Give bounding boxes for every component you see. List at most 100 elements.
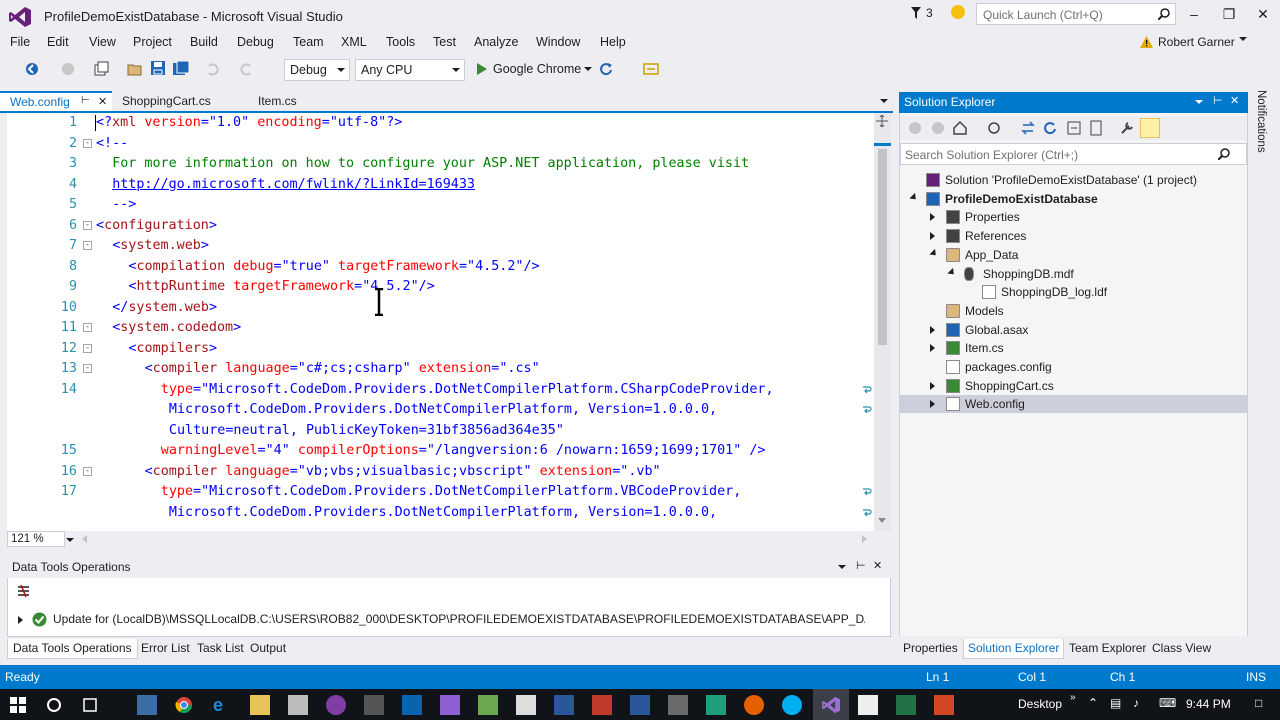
code-line[interactable]: 17 type="Microsoft.CodeDom.Providers.DotN… xyxy=(7,482,874,502)
tab-properties[interactable]: Properties xyxy=(899,639,962,659)
platform-combo[interactable]: Any CPU xyxy=(355,59,465,81)
redo-icon[interactable] xyxy=(240,62,254,76)
code-token[interactable]: http://go.microsoft.com/fwlink/?LinkId=1… xyxy=(112,177,475,192)
audio-app-icon[interactable] xyxy=(668,695,688,715)
minimize-button[interactable]: – xyxy=(1177,2,1211,26)
collapsed-arrow-icon[interactable] xyxy=(930,344,935,353)
collapse-region-icon[interactable]: - xyxy=(83,323,92,332)
collapse-region-icon[interactable]: - xyxy=(83,466,92,476)
tree-item-label[interactable]: Web.config xyxy=(965,395,1025,413)
collapse-region-icon[interactable]: - xyxy=(83,343,92,353)
new-project-icon[interactable] xyxy=(93,61,109,77)
menu-analyze[interactable]: Analyze xyxy=(474,35,518,49)
tree-item-label[interactable]: ProfileDemoExistDatabase xyxy=(945,190,1098,208)
volume-icon[interactable]: ♪ xyxy=(1133,696,1139,710)
solution-tree[interactable]: Solution 'ProfileDemoExistDatabase' (1 p… xyxy=(900,170,1247,636)
run-target-label[interactable]: Google Chrome xyxy=(493,62,581,76)
code-line[interactable]: 6- <configuration> xyxy=(7,216,874,236)
scroll-down-icon[interactable] xyxy=(878,518,886,523)
expanded-arrow-icon[interactable] xyxy=(929,248,939,258)
task-view-icon[interactable] xyxy=(81,697,99,713)
code-line[interactable]: 15 warningLevel="4" compilerOptions="/lan… xyxy=(7,441,874,461)
code-line[interactable]: 1 <?xml version="1.0" encoding="utf-8"?> xyxy=(7,113,874,133)
powerpoint-icon[interactable] xyxy=(934,695,954,715)
menu-view[interactable]: View xyxy=(89,35,116,49)
collapse-region-icon[interactable]: - xyxy=(83,220,92,230)
quick-launch-input[interactable]: Quick Launch (Ctrl+Q) xyxy=(976,3,1176,25)
user-dropdown-icon[interactable] xyxy=(1239,37,1247,41)
menu-project[interactable]: Project xyxy=(133,35,172,49)
code-line[interactable]: 14 type="Microsoft.CodeDom.Providers.DotN… xyxy=(7,380,874,400)
project-app-icon[interactable] xyxy=(478,695,498,715)
navigate-back-icon[interactable] xyxy=(25,62,39,76)
collapse-all-icon[interactable] xyxy=(1066,120,1082,136)
tree-item-label[interactable]: App_Data xyxy=(965,246,1018,264)
tree-item-label[interactable]: ShoppingCart.cs xyxy=(965,377,1054,395)
close-panel-icon[interactable]: ✕ xyxy=(873,559,882,572)
code-line[interactable]: 12- <compilers> xyxy=(7,339,874,359)
refresh-icon[interactable] xyxy=(1042,120,1058,136)
panel-menu-dropdown-icon[interactable] xyxy=(1195,100,1203,104)
tree-item-label[interactable]: Properties xyxy=(965,208,1020,226)
tree-item-label[interactable]: Item.cs xyxy=(965,339,1004,357)
warning-icon[interactable] xyxy=(1140,36,1153,48)
save-icon[interactable] xyxy=(151,61,165,75)
sync-with-active-document-icon[interactable] xyxy=(1020,120,1036,136)
home-icon[interactable] xyxy=(952,120,968,136)
store-icon[interactable] xyxy=(288,695,308,715)
tree-item-label[interactable]: Solution 'ProfileDemoExistDatabase' (1 p… xyxy=(945,171,1197,189)
tab-team-explorer[interactable]: Team Explorer xyxy=(1065,639,1150,659)
show-all-files-icon[interactable] xyxy=(1088,120,1104,136)
menu-xml[interactable]: XML xyxy=(341,35,367,49)
expanded-arrow-icon[interactable] xyxy=(909,192,919,202)
clear-list-icon[interactable] xyxy=(17,585,30,598)
back-icon[interactable] xyxy=(908,121,922,135)
code-line[interactable]: Microsoft.CodeDom.Providers.DotNetCompil… xyxy=(7,503,874,523)
photos-app-icon[interactable] xyxy=(706,695,726,715)
visio-icon[interactable] xyxy=(554,695,574,715)
tree-item-label[interactable]: ShoppingDB_log.ldf xyxy=(1001,283,1107,301)
editor-vertical-scrollbar[interactable] xyxy=(874,113,891,531)
file-explorer-icon[interactable] xyxy=(250,695,270,715)
code-line[interactable]: Culture=neutral, PublicKeyToken=31bf3856… xyxy=(7,421,874,441)
tree-item-label[interactable]: References xyxy=(965,227,1026,245)
properties-wrench-icon[interactable] xyxy=(1119,120,1135,136)
menu-tools[interactable]: Tools xyxy=(386,35,415,49)
zoom-dropdown-icon[interactable] xyxy=(66,538,74,542)
toolbar-overflow-icon[interactable]: » xyxy=(1070,692,1076,703)
tree-item-label[interactable]: ShoppingDB.mdf xyxy=(983,265,1074,283)
edge-icon[interactable]: e xyxy=(213,695,233,715)
editor-horizontal-scrollbar[interactable] xyxy=(7,531,891,548)
expanded-arrow-icon[interactable] xyxy=(947,267,957,277)
tree-item-label[interactable]: Global.asax xyxy=(965,321,1028,339)
tab-class-view[interactable]: Class View xyxy=(1148,639,1215,659)
open-file-icon[interactable] xyxy=(127,61,143,77)
tab-solution-explorer[interactable]: Solution Explorer xyxy=(963,639,1065,659)
browser-link-icon[interactable] xyxy=(643,61,659,77)
skype-icon[interactable] xyxy=(782,695,802,715)
scroll-left-icon[interactable] xyxy=(82,535,87,543)
collapsed-arrow-icon[interactable] xyxy=(930,213,935,222)
collapsed-arrow-icon[interactable] xyxy=(930,381,935,390)
code-line[interactable]: 10 </system.web> xyxy=(7,298,874,318)
taskbar-clock[interactable]: 9:44 PM xyxy=(1186,697,1231,711)
close-panel-icon[interactable]: ✕ xyxy=(1230,94,1239,107)
code-line[interactable]: 3 For more information on how to configur… xyxy=(7,154,874,174)
navigate-forward-icon[interactable] xyxy=(61,62,75,76)
chrome-icon[interactable] xyxy=(175,696,193,714)
code-line[interactable]: 2- <!-- xyxy=(7,134,874,154)
feedback-smiley-icon[interactable] xyxy=(951,5,965,19)
action-center-icon[interactable]: □ xyxy=(1255,696,1262,710)
calculator-icon[interactable] xyxy=(516,695,536,715)
menu-build[interactable]: Build xyxy=(190,35,218,49)
refresh-icon[interactable] xyxy=(599,62,613,76)
code-line[interactable]: 5 --> xyxy=(7,195,874,215)
menu-edit[interactable]: Edit xyxy=(47,35,69,49)
forward-icon[interactable] xyxy=(931,121,945,135)
collapsed-arrow-icon[interactable] xyxy=(930,232,935,241)
sql-app-icon[interactable] xyxy=(364,695,384,715)
notifications-side-tab[interactable]: Notifications xyxy=(1255,90,1267,160)
undo-icon[interactable] xyxy=(205,62,219,76)
code-line[interactable]: 13- <compiler language="c#;cs;csharp" ext… xyxy=(7,359,874,379)
desktop-toolbar-label[interactable]: Desktop xyxy=(1018,697,1062,711)
